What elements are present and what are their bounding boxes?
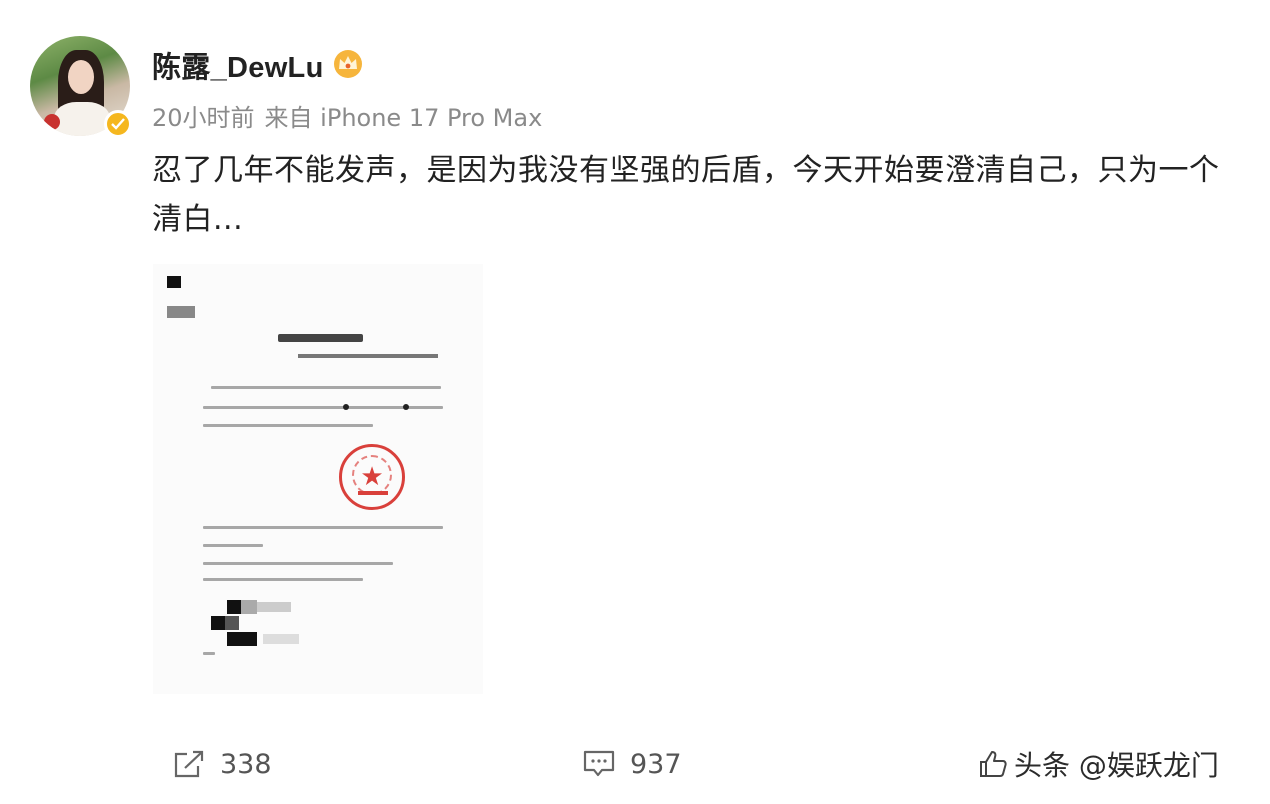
document-text-line [203, 578, 363, 581]
avatar-face [68, 60, 94, 94]
like-icon [980, 751, 1007, 777]
crown-icon [334, 50, 362, 78]
document-dot [343, 404, 349, 410]
comment-count: 937 [630, 748, 682, 780]
weibo-post-card: 陈露_DewLu 20小时前 来自 iPhone 17 Pro Max 忍了几年不… [0, 0, 1270, 804]
document-dot [403, 404, 409, 410]
post-time[interactable]: 20小时前 [152, 104, 255, 132]
repost-count: 338 [220, 748, 272, 780]
username[interactable]: 陈露_DewLu [152, 44, 324, 86]
watermark-text: 头条 @娱跃龙门 [1014, 749, 1219, 782]
redaction-block [167, 276, 181, 288]
document-text-line [203, 562, 393, 565]
post-text: 忍了几年不能发声，是因为我没有坚强的后盾，今天开始要澄清自己，只为一个清白... [152, 153, 1220, 237]
verified-badge-icon [104, 110, 132, 138]
like-button[interactable]: 头条 @娱跃龙门 [978, 744, 1219, 784]
comment-button[interactable]: 937 [582, 744, 682, 784]
seal-code [358, 491, 388, 495]
redaction-block [227, 632, 257, 646]
document-number-blurred [298, 354, 438, 358]
redaction-block [211, 616, 225, 630]
repost-icon [174, 750, 204, 778]
post-meta: 20小时前 来自 iPhone 17 Pro Max [152, 98, 542, 133]
redaction-block [225, 616, 239, 630]
attached-document-image[interactable]: ★ [153, 264, 483, 694]
avatar-body [54, 102, 110, 136]
redaction-block [257, 602, 291, 612]
document-text-line [203, 652, 215, 655]
avatar-flower [44, 114, 60, 130]
redaction-block [241, 600, 257, 614]
redaction-block [263, 634, 299, 644]
document-title-blurred [278, 334, 363, 342]
document-text-line [203, 544, 263, 547]
document-text-line [211, 386, 441, 389]
comment-icon [583, 750, 615, 777]
document-text-line [203, 526, 443, 529]
post-source: 来自 iPhone 17 Pro Max [264, 104, 543, 132]
repost-button[interactable]: 338 [172, 744, 272, 784]
redaction-block [227, 600, 241, 614]
document-text-line [203, 424, 373, 427]
official-seal: ★ [339, 444, 405, 510]
seal-ring [352, 455, 392, 495]
redaction-block [167, 306, 195, 318]
